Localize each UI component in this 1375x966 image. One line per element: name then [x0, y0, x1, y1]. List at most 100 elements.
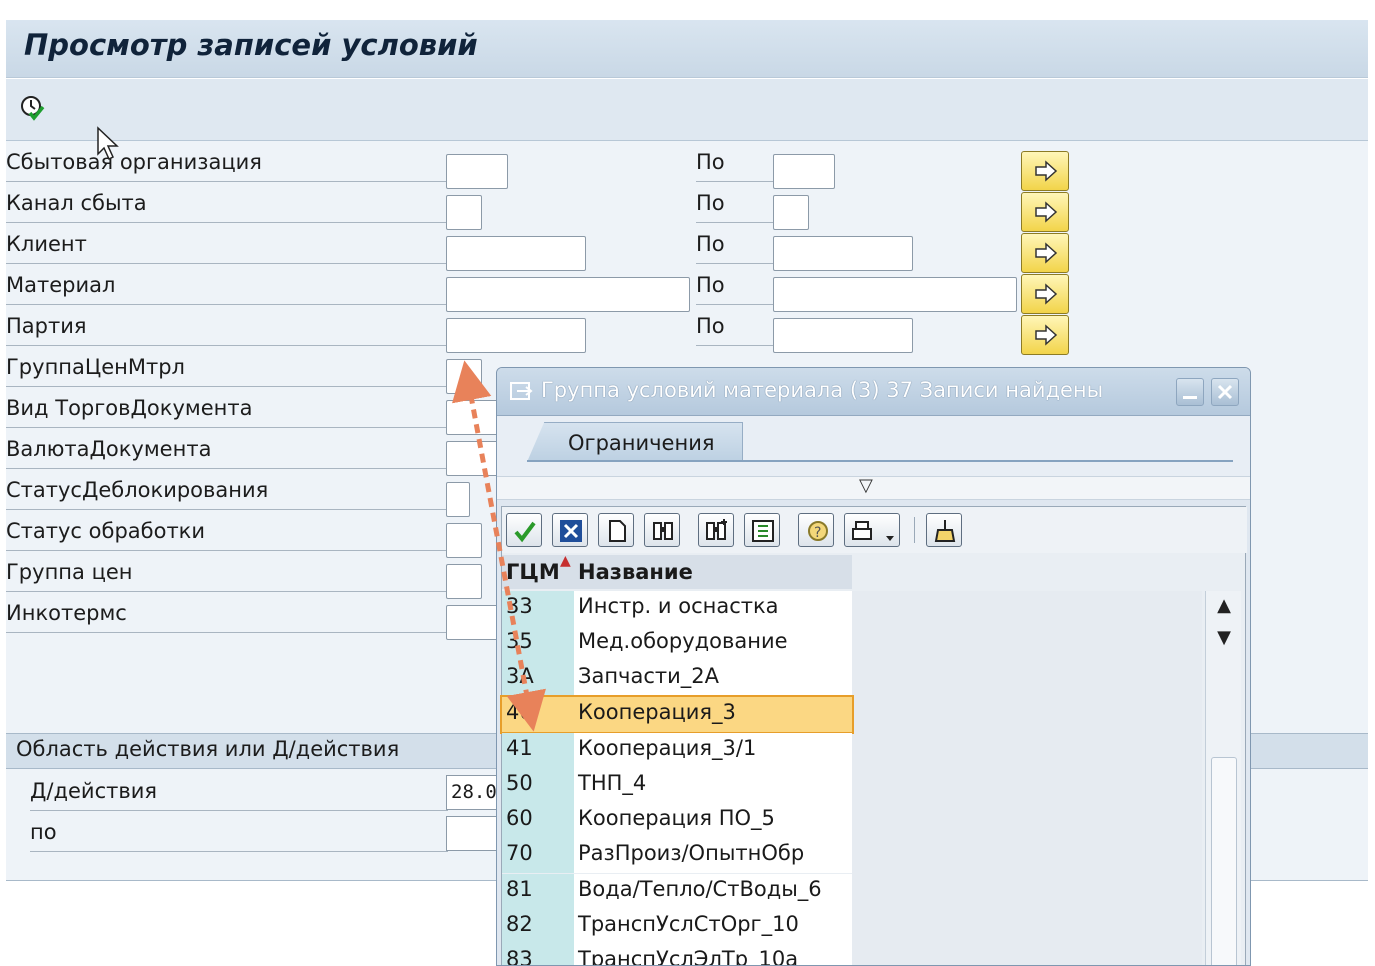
sort-button[interactable]	[744, 513, 780, 547]
broom-icon	[934, 520, 956, 542]
minimize-button[interactable]	[1176, 378, 1204, 406]
item-name: РазПроиз/ОпытнОбр	[574, 838, 852, 873]
item-name: ТранспУслЭлТр_10а	[574, 944, 852, 965]
field-label: ГруппаЦенМтрл	[6, 355, 446, 387]
scroll-down-icon[interactable]: ▼	[1210, 627, 1238, 655]
row-batch: Партия По	[6, 305, 1368, 355]
top-strip	[0, 0, 1375, 20]
vertical-scrollbar[interactable]: ▲ ▼	[1205, 591, 1241, 965]
item-key: 70	[502, 838, 574, 873]
item-key: 50	[502, 768, 574, 803]
value-help-dialog: Группа условий материала (3) 37 Записи н…	[496, 367, 1251, 966]
row-material: Материал По	[6, 264, 1368, 314]
tab-underline	[527, 460, 1233, 462]
document-icon	[609, 520, 626, 542]
item-key: 35	[502, 626, 574, 661]
row-sales-org: Сбытовая организация По	[6, 141, 1368, 191]
help-icon: ?	[808, 521, 828, 541]
binoculars-icon	[653, 522, 673, 540]
column-header-name[interactable]: Название	[574, 555, 852, 589]
svg-text:?: ?	[814, 525, 821, 541]
mouse-cursor-icon	[97, 126, 119, 161]
field-label: ВалютаДокумента	[6, 437, 446, 469]
list-empty-area	[852, 591, 1202, 965]
item-name: Кооперация_3	[574, 697, 852, 732]
to-label: По	[696, 232, 778, 264]
application-toolbar	[6, 79, 1368, 141]
item-name: Вода/Тепло/СтВоды_6	[574, 874, 852, 909]
item-key: 33	[502, 591, 574, 626]
tab-strip: Ограничения	[497, 416, 1250, 478]
item-key: 60	[502, 803, 574, 838]
close-button[interactable]	[1211, 378, 1239, 406]
binoculars-plus-icon	[706, 519, 727, 540]
personalize-button[interactable]	[926, 513, 962, 547]
field-label: Сбытовая организация	[6, 150, 446, 182]
scroll-thumb[interactable]	[1211, 757, 1237, 965]
find-next-button[interactable]	[698, 513, 734, 547]
item-key: 82	[502, 909, 574, 944]
page-title: Просмотр записей условий	[24, 28, 478, 62]
find-button[interactable]	[644, 513, 680, 547]
list-item[interactable]: 33 Инстр. и оснастка	[502, 591, 852, 626]
field-label: Партия	[6, 314, 446, 346]
item-name: Мед.оборудование	[574, 626, 852, 661]
list-item[interactable]: 82 ТранспУслСтОрг_10	[502, 909, 852, 944]
list-item[interactable]: 41 Кооперация_3/1	[502, 733, 852, 768]
toolbar-separator	[914, 517, 915, 543]
item-name: Запчасти_2А	[574, 661, 852, 696]
field-label: по	[30, 820, 448, 852]
to-label: По	[696, 191, 778, 223]
list-item-selected[interactable]: 40 Кооперация_3	[500, 695, 854, 734]
field-label: Клиент	[6, 232, 446, 264]
field-label: Статус обработки	[6, 519, 446, 551]
list-toolbar: ?	[502, 507, 1247, 553]
item-key: 3A	[502, 661, 574, 696]
item-key: 40	[502, 697, 574, 732]
dialog-title: Группа условий материала (3) 37 Записи н…	[541, 378, 1104, 402]
results-list: ? ГЦМ ▲ Название 33 Инстр. и оснастка 35 М…	[500, 506, 1247, 965]
list-item[interactable]: 35 Мед.оборудование	[502, 626, 852, 661]
dialog-title-bar[interactable]: Группа условий материала (3) 37 Записи н…	[497, 368, 1250, 416]
title-bar: Просмотр записей условий	[6, 20, 1368, 78]
help-button[interactable]: ?	[798, 513, 834, 547]
field-label: СтатусДеблокирования	[6, 478, 446, 510]
to-label: По	[696, 314, 778, 346]
field-label: Инкотермс	[6, 601, 446, 633]
tab-restrictions[interactable]: Ограничения	[527, 422, 743, 462]
list-item[interactable]: 70 РазПроиз/ОпытнОбр	[502, 838, 852, 873]
item-name: ТНП_4	[574, 768, 852, 803]
expand-triangle-icon: ▽	[859, 475, 873, 496]
list-item[interactable]: 60 Кооперация ПО_5	[502, 803, 852, 838]
field-label: Группа цен	[6, 560, 446, 592]
list-item[interactable]: 81 Вода/Тепло/СтВоды_6	[502, 874, 852, 909]
list-item[interactable]: 3A Запчасти_2А	[502, 661, 852, 696]
cancel-button[interactable]	[552, 513, 588, 547]
field-label: Материал	[6, 273, 446, 305]
execute-icon[interactable]	[18, 93, 48, 123]
list-item[interactable]: 50 ТНП_4	[502, 768, 852, 803]
item-key: 81	[502, 874, 574, 909]
print-icon	[852, 521, 894, 541]
list-item[interactable]: 83 ТранспУслЭлТр_10а	[502, 944, 852, 965]
scroll-up-icon[interactable]: ▲	[1210, 595, 1238, 623]
item-name: ТранспУслСтОрг_10	[574, 909, 852, 944]
field-label: Вид ТорговДокумента	[6, 396, 446, 428]
sort-ascending-icon: ▲	[560, 553, 571, 569]
tab-label: Ограничения	[568, 431, 715, 455]
section-title: Область действия или Д/действия	[16, 737, 400, 761]
expand-restrictions-toggle[interactable]: ▽	[497, 475, 1250, 500]
item-key: 41	[502, 733, 574, 768]
close-icon	[1217, 384, 1233, 400]
item-name: Кооперация ПО_5	[574, 803, 852, 838]
sort-icon	[752, 520, 774, 542]
print-button[interactable]	[844, 513, 900, 547]
new-button[interactable]	[598, 513, 634, 547]
item-name: Кооперация_3/1	[574, 733, 852, 768]
check-icon	[514, 521, 536, 543]
confirm-button[interactable]	[506, 513, 542, 547]
to-label: По	[696, 150, 778, 182]
item-name: Инстр. и оснастка	[574, 591, 852, 626]
field-label: Д/действия	[30, 779, 448, 811]
row-distribution-channel: Канал сбыта По	[6, 182, 1368, 232]
